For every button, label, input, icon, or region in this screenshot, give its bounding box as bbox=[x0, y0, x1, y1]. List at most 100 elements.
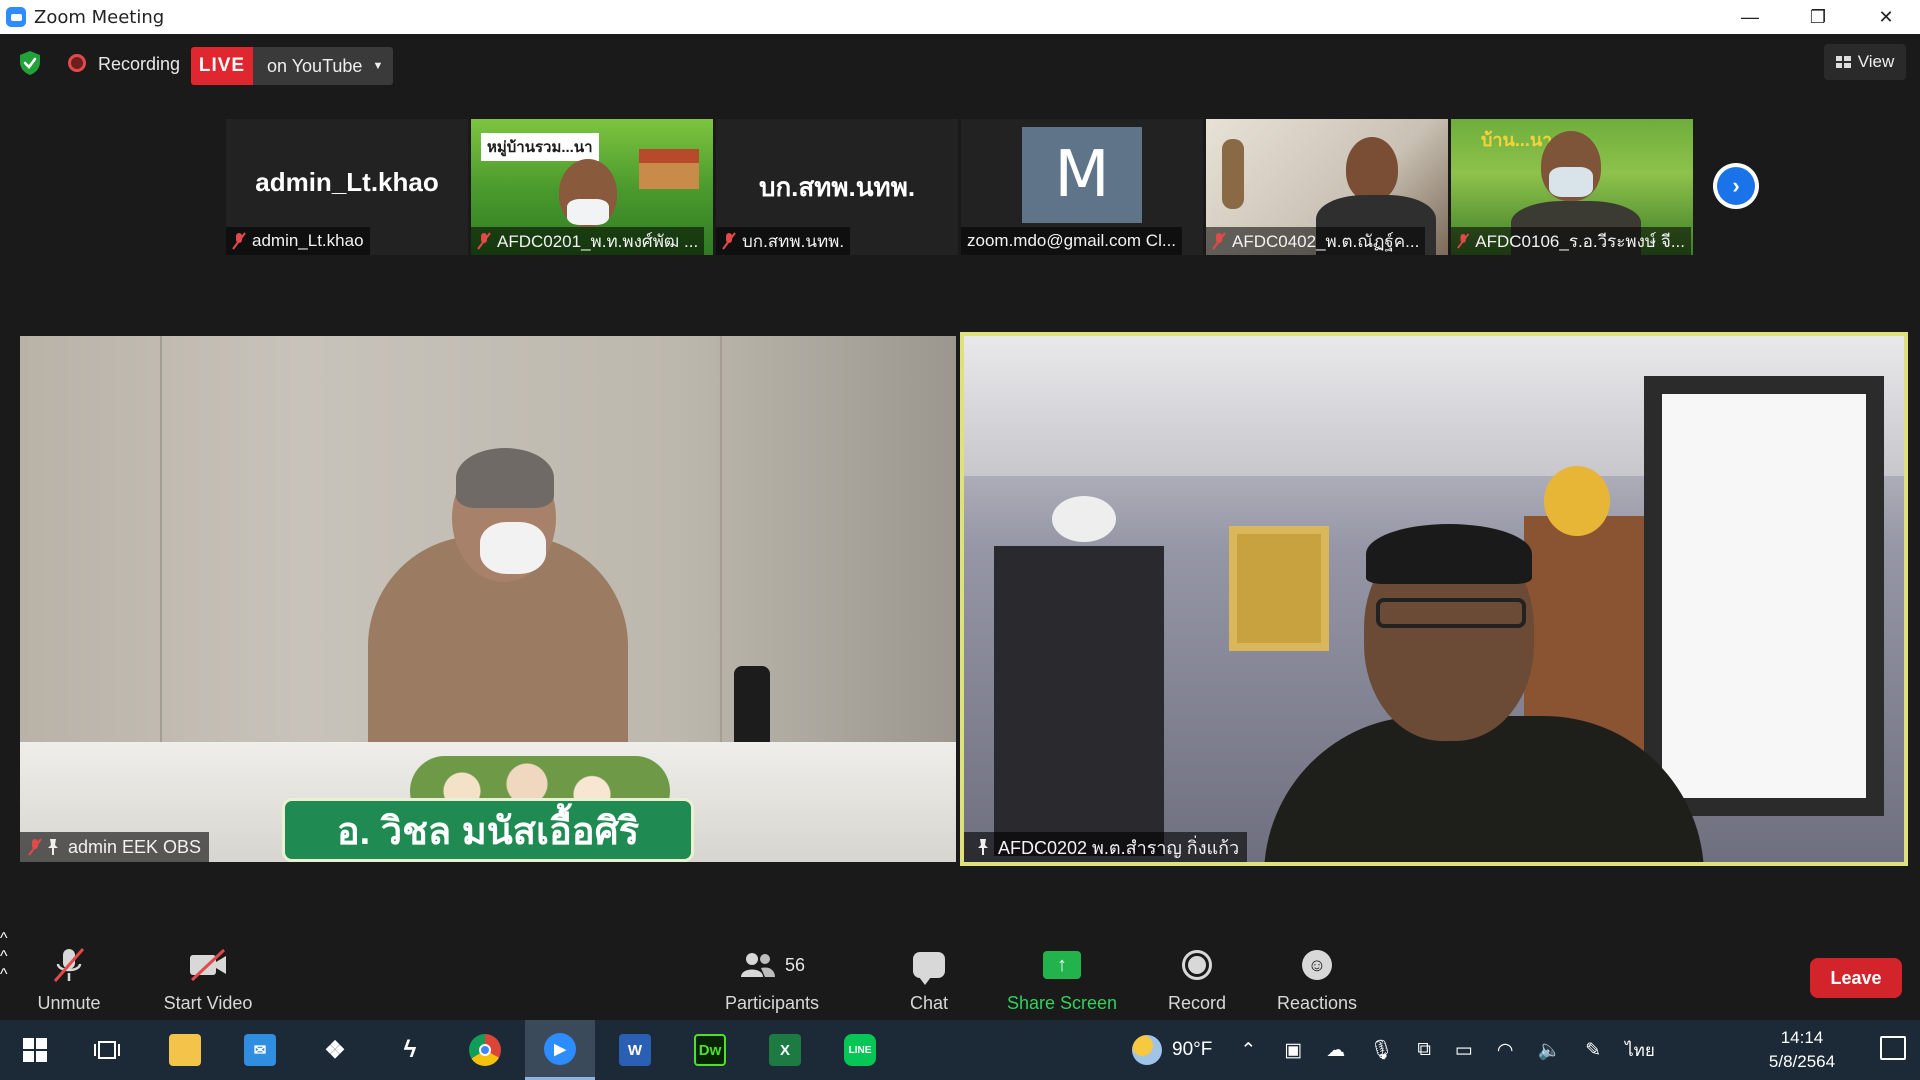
excel-icon: X bbox=[769, 1034, 801, 1066]
temperature-label[interactable]: 90°F bbox=[1172, 1039, 1212, 1061]
mail-icon: ✉ bbox=[244, 1034, 276, 1066]
line-button[interactable]: LINE bbox=[825, 1020, 895, 1080]
chat-icon bbox=[913, 945, 945, 985]
audio-options-caret[interactable]: ^ bbox=[0, 930, 1920, 948]
dreamweaver-button[interactable]: Dw bbox=[675, 1020, 745, 1080]
speaker-video-right-active[interactable]: AFDC0202 พ.ต.สำราญ กิ่งแก้ว bbox=[960, 332, 1908, 866]
window-controls: — ❐ ✕ bbox=[1716, 0, 1920, 34]
app-s-icon: ϟ bbox=[403, 1036, 417, 1063]
clock-time: 14:14 bbox=[1780, 1028, 1824, 1047]
participant-caption: AFDC0402_พ.ต.ณัฏฐ์ค... bbox=[1206, 227, 1426, 255]
excel-button[interactable]: X bbox=[750, 1020, 820, 1080]
shield-check-icon[interactable] bbox=[18, 50, 42, 76]
weather-icon[interactable] bbox=[1132, 1035, 1162, 1065]
record-icon bbox=[1182, 945, 1212, 985]
taskbar-clock[interactable]: 14:14 5/8/2564 bbox=[1752, 1026, 1852, 1074]
zoom-taskbar-button[interactable]: ▶ bbox=[525, 1020, 595, 1080]
speaker-video-left[interactable]: อ. วิชล มนัสเอื้อศิริ admin EEK OBS bbox=[20, 336, 956, 862]
chrome-icon bbox=[469, 1034, 501, 1066]
live-target-label: on YouTube bbox=[267, 55, 363, 76]
participant-caption: admin_Lt.khao bbox=[226, 227, 370, 255]
pen-icon[interactable]: ✎ bbox=[1585, 1039, 1601, 1062]
participant-caption: zoom.mdo@gmail.com Cl... bbox=[961, 227, 1183, 255]
participants-count: 56 bbox=[784, 954, 806, 975]
speaker-name: AFDC0202 พ.ต.สำราญ กิ่งแก้ว bbox=[998, 837, 1240, 858]
reactions-label: Reactions bbox=[1276, 993, 1358, 1013]
clock-date: 5/8/2564 bbox=[1768, 1052, 1836, 1071]
start-video-label: Start Video bbox=[163, 993, 253, 1013]
live-stream-dropdown[interactable]: on YouTube ▼ bbox=[253, 47, 393, 85]
restore-button[interactable]: ❐ bbox=[1784, 0, 1852, 34]
zoom-app-icon bbox=[6, 7, 26, 27]
participant-thumbnail[interactable]: บก.สทพ.นทพ. บก.สทพ.นทพ. bbox=[716, 119, 958, 255]
chrome-button[interactable] bbox=[450, 1020, 520, 1080]
start-video-button[interactable]: Start Video bbox=[158, 930, 258, 1020]
avatar: M bbox=[1022, 127, 1142, 223]
participants-button[interactable]: 56 Participants bbox=[720, 930, 824, 1020]
chevron-up-icon[interactable]: ⌃ bbox=[1240, 1039, 1256, 1062]
chevron-right-icon: › bbox=[1717, 167, 1755, 205]
mic-muted-icon bbox=[722, 232, 736, 250]
wifi-icon[interactable]: ◠ bbox=[1497, 1039, 1514, 1062]
participant-thumbnail[interactable]: AFDC0402_พ.ต.ณัฏฐ์ค... bbox=[1206, 119, 1448, 255]
task-view-button[interactable] bbox=[72, 1020, 142, 1080]
plush-toy bbox=[1544, 466, 1610, 536]
close-button[interactable]: ✕ bbox=[1852, 0, 1920, 34]
language-indicator[interactable]: ไทย bbox=[1625, 1037, 1655, 1064]
dark-doorway bbox=[994, 546, 1164, 856]
speaker-caption: admin EEK OBS bbox=[20, 832, 210, 862]
word-icon: W bbox=[619, 1034, 651, 1066]
folder-icon bbox=[169, 1034, 201, 1066]
speaker-hair bbox=[1366, 524, 1532, 584]
onedrive-cloud-icon[interactable]: ☁ bbox=[1326, 1039, 1345, 1062]
microphone-icon[interactable]: 🎙 bbox=[1369, 1038, 1393, 1062]
unmute-label: Unmute bbox=[37, 993, 101, 1013]
view-button[interactable]: View bbox=[1824, 44, 1906, 80]
notification-center-icon[interactable] bbox=[1880, 1036, 1906, 1060]
word-button[interactable]: W bbox=[600, 1020, 670, 1080]
reactions-button[interactable]: ☺ Reactions bbox=[1270, 930, 1364, 1020]
participant-thumbnail[interactable]: บ้าน...นา AFDC0106_ร.อ.วีระพงษ์ จี... bbox=[1451, 119, 1693, 255]
display-icon[interactable]: ⧉ bbox=[1417, 1039, 1431, 1061]
video-options-caret[interactable]: ^ bbox=[0, 948, 1920, 966]
meet-now-icon[interactable]: ▣ bbox=[1284, 1039, 1302, 1062]
participant-thumbnail-strip: admin_Lt.khao admin_Lt.khao หมู่บ้านรวม.… bbox=[226, 119, 1693, 255]
app-s-button[interactable]: ϟ bbox=[375, 1020, 445, 1080]
participant-caption: AFDC0201_พ.ท.พงศ์พัฒ ... bbox=[471, 227, 705, 255]
participant-thumbnail[interactable]: admin_Lt.khao admin_Lt.khao bbox=[226, 119, 468, 255]
window bbox=[1644, 376, 1884, 816]
file-explorer-button[interactable] bbox=[150, 1020, 220, 1080]
window-titlebar: Zoom Meeting — ❐ ✕ bbox=[0, 0, 1920, 34]
recording-label[interactable]: Recording bbox=[98, 54, 180, 75]
participant-thumbnail[interactable]: M zoom.mdo@gmail.com Cl... bbox=[961, 119, 1203, 255]
mic-muted-icon bbox=[1457, 233, 1470, 249]
chat-button[interactable]: Chat bbox=[900, 930, 958, 1020]
participant-name: AFDC0402_พ.ต.ณัฏฐ์ค... bbox=[1232, 231, 1420, 251]
dropbox-button[interactable]: ❖ bbox=[300, 1020, 370, 1080]
video-overlay-banner: บ้าน...นา bbox=[1481, 130, 1553, 150]
start-button[interactable] bbox=[0, 1020, 70, 1080]
mic-muted-icon bbox=[232, 232, 246, 250]
task-view-icon bbox=[94, 1041, 120, 1059]
window-title: Zoom Meeting bbox=[34, 6, 165, 28]
participant-display-name: บก.สทพ.นทพ. bbox=[758, 172, 916, 202]
record-button[interactable]: Record bbox=[1162, 930, 1232, 1020]
next-page-button[interactable]: › bbox=[1713, 163, 1759, 209]
volume-icon[interactable]: 🔈 bbox=[1537, 1038, 1561, 1062]
video-overlay-banner: หมู่บ้านรวม...นา bbox=[481, 133, 599, 161]
mic-muted-icon bbox=[1212, 232, 1226, 250]
mic-muted-icon bbox=[28, 838, 42, 856]
unmute-button[interactable]: Unmute bbox=[28, 930, 110, 1020]
participants-icon: 56 bbox=[739, 945, 805, 985]
share-screen-button[interactable]: ↑ Share Screen bbox=[1004, 930, 1120, 1020]
participants-options-caret[interactable]: ^ bbox=[0, 966, 1920, 984]
caret-down-icon: ▼ bbox=[372, 60, 384, 72]
share-screen-label: Share Screen bbox=[1006, 993, 1118, 1013]
leave-button[interactable]: Leave bbox=[1810, 958, 1902, 998]
battery-icon[interactable]: ▭ bbox=[1455, 1039, 1473, 1062]
recording-dot-icon bbox=[68, 54, 86, 72]
participant-thumbnail[interactable]: หมู่บ้านรวม...นา AFDC0201_พ.ท.พงศ์พัฒ ..… bbox=[471, 119, 713, 255]
guitar-shape bbox=[1222, 139, 1244, 209]
mail-button[interactable]: ✉ bbox=[225, 1020, 295, 1080]
minimize-button[interactable]: — bbox=[1716, 0, 1784, 34]
